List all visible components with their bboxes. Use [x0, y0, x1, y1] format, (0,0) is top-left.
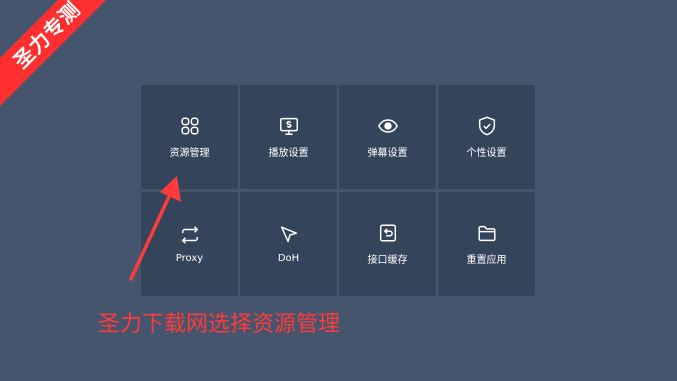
menu-item-playback-settings[interactable]: 播放设置 — [240, 85, 337, 189]
menu-item-proxy[interactable]: Proxy — [141, 192, 238, 296]
menu-item-interface-cache[interactable]: 接口缓存 — [339, 192, 436, 296]
menu-item-label: 接口缓存 — [367, 255, 408, 266]
menu-item-label: Proxy — [175, 253, 204, 264]
menu-item-label: DoH — [277, 253, 300, 264]
menu-item-doh[interactable]: DoH — [240, 192, 337, 296]
swap-arrows-icon — [181, 226, 198, 244]
folder-icon — [477, 225, 496, 242]
eye-icon — [377, 119, 398, 133]
menu-item-label: 弹幕设置 — [367, 148, 408, 159]
menu-item-label: 个性设置 — [466, 148, 507, 159]
cursor-icon — [280, 226, 297, 243]
settings-menu-grid: 资源管理 播放设置 弹幕设置 个性设置 Proxy DoH 接口缓存 重置应用 — [141, 85, 536, 296]
menu-item-label: 重置应用 — [466, 255, 507, 266]
monitor-icon — [279, 117, 298, 135]
menu-item-resource-management[interactable]: 资源管理 — [141, 85, 238, 189]
menu-item-reset-app[interactable]: 重置应用 — [438, 192, 535, 296]
shield-check-icon — [478, 116, 495, 136]
annotation-text: 圣力下载网选择资源管理 — [98, 312, 341, 337]
menu-item-personalization-settings[interactable]: 个性设置 — [438, 85, 535, 189]
menu-item-danmaku-settings[interactable]: 弹幕设置 — [339, 85, 436, 189]
undo-box-icon — [379, 224, 396, 242]
promo-corner-banner: 圣力专测 — [0, 0, 120, 108]
menu-item-label: 资源管理 — [169, 148, 210, 159]
menu-item-label: 播放设置 — [268, 148, 309, 159]
grid-icon — [180, 117, 199, 135]
